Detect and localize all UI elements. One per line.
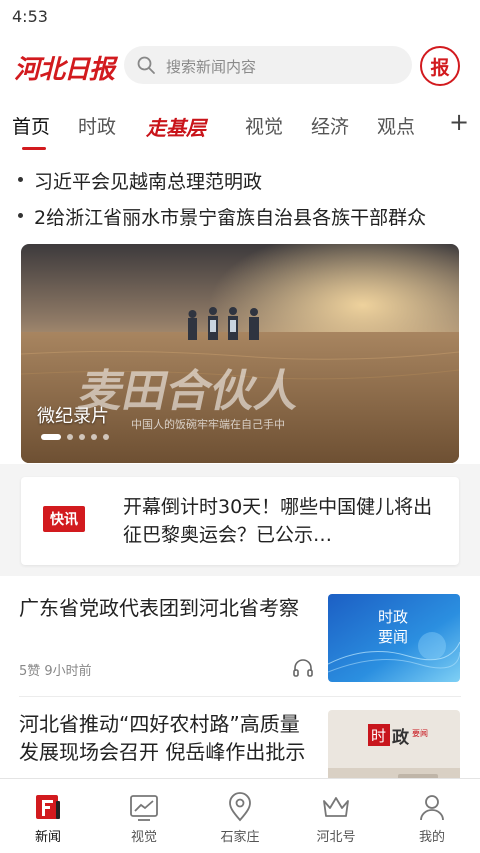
flash-news-card[interactable]: 快讯 开幕倒计时30天！哪些中国健儿将出征巴黎奥运会？已公示…	[21, 477, 459, 565]
chart-frame-icon	[130, 795, 158, 821]
carousel-dot[interactable]	[67, 434, 73, 440]
nav-label: 视觉	[130, 830, 157, 845]
tab-grassroots[interactable]: 走基层	[146, 112, 206, 141]
nav-label: 新闻	[34, 830, 61, 845]
newspaper-button[interactable]: 报	[420, 46, 460, 86]
bullet	[18, 177, 23, 182]
tab-economy[interactable]: 经济	[311, 112, 349, 139]
search-icon	[137, 56, 155, 74]
headline-item[interactable]: 习近平会见越南总理范明政	[0, 163, 480, 197]
hero-overlay-subtitle: 中国人的饭碗牢牢端在自己手中	[131, 417, 285, 431]
nav-label: 我的	[418, 830, 445, 845]
headline-item[interactable]: 2给浙江省丽水市景宁畲族自治县各族干部群众	[0, 199, 480, 233]
nav-label: 河北号	[316, 830, 356, 845]
nav-news[interactable]: 新闻	[0, 779, 96, 853]
category-tab-bar: 首页 时政 走基层 视觉 经济 观点 +	[0, 104, 480, 154]
bottom-navigation: 新闻 视觉 石家庄 河北号 我的	[0, 778, 480, 853]
nav-hebei-account[interactable]: 河北号	[288, 779, 384, 853]
search-box[interactable]: 搜索新闻内容	[124, 46, 412, 84]
flash-badge-label: 快讯	[50, 512, 78, 528]
flash-news-text: 开幕倒计时30天！哪些中国健儿将出征巴黎奥运会？已公示…	[123, 496, 433, 546]
nav-visual[interactable]: 视觉	[96, 779, 192, 853]
search-placeholder: 搜索新闻内容	[166, 58, 257, 76]
active-tab-indicator	[22, 147, 46, 150]
carousel-dot[interactable]	[41, 434, 61, 440]
location-pin-icon	[229, 792, 251, 822]
status-time: 4:53	[12, 7, 48, 26]
carousel-dot[interactable]	[103, 434, 109, 440]
tab-visual[interactable]: 视觉	[245, 112, 283, 139]
carousel-dot[interactable]	[91, 434, 97, 440]
status-bar: 4:53	[0, 0, 480, 34]
brand-logo[interactable]: 河北日报	[14, 49, 115, 86]
hero-overlay-title-layer: 麦田合伙人 中国人的饭碗牢牢端在自己手中	[74, 365, 305, 431]
news-item[interactable]: 广东省党政代表团到河北省考察 5赞 9小时前 时政 要闻	[0, 582, 480, 700]
nav-shijiazhuang[interactable]: 石家庄	[192, 779, 288, 853]
user-icon	[420, 795, 444, 821]
news-title: 广东省党政代表团到河北省考察	[19, 596, 299, 620]
tab-politics[interactable]: 时政	[78, 112, 116, 139]
thumb-text: 要闻	[378, 628, 408, 646]
tab-home[interactable]: 首页	[12, 112, 50, 139]
add-tab-button[interactable]: +	[449, 108, 469, 136]
nav-profile[interactable]: 我的	[384, 779, 480, 853]
newspaper-button-label: 报	[430, 56, 450, 79]
news-thumbnail: 时政 要闻	[328, 594, 460, 682]
thumb-text: 要闻	[412, 729, 428, 738]
nav-label: 石家庄	[220, 830, 260, 845]
hero-label: 微纪录片	[37, 406, 109, 427]
headline-text: 2给浙江省丽水市景宁畲族自治县各族干部群众	[34, 207, 427, 229]
flash-badge: 快讯	[43, 506, 85, 532]
thumb-text: 时	[371, 727, 386, 745]
thumb-text: 时政	[378, 608, 408, 626]
tab-opinion[interactable]: 观点	[377, 112, 415, 139]
carousel-dot[interactable]	[79, 434, 85, 440]
headphones-icon[interactable]	[292, 658, 314, 678]
news-icon	[36, 795, 60, 819]
news-title: 河北省推动“四好农村路”高质量发展现场会召开 倪岳峰作出批示	[19, 712, 306, 764]
headline-text: 习近平会见越南总理范明政	[34, 171, 263, 193]
crown-icon	[323, 797, 349, 817]
bullet	[18, 213, 23, 218]
news-meta: 5赞 9小时前	[19, 664, 92, 679]
thumb-text: 政	[392, 727, 410, 748]
divider	[19, 696, 461, 697]
app-header: 河北日报 搜索新闻内容 报	[0, 38, 480, 94]
hero-banner[interactable]: 麦田合伙人 中国人的饭碗牢牢端在自己手中 微纪录片	[21, 244, 459, 463]
thumbnail-image: 时政 要闻	[328, 594, 460, 682]
